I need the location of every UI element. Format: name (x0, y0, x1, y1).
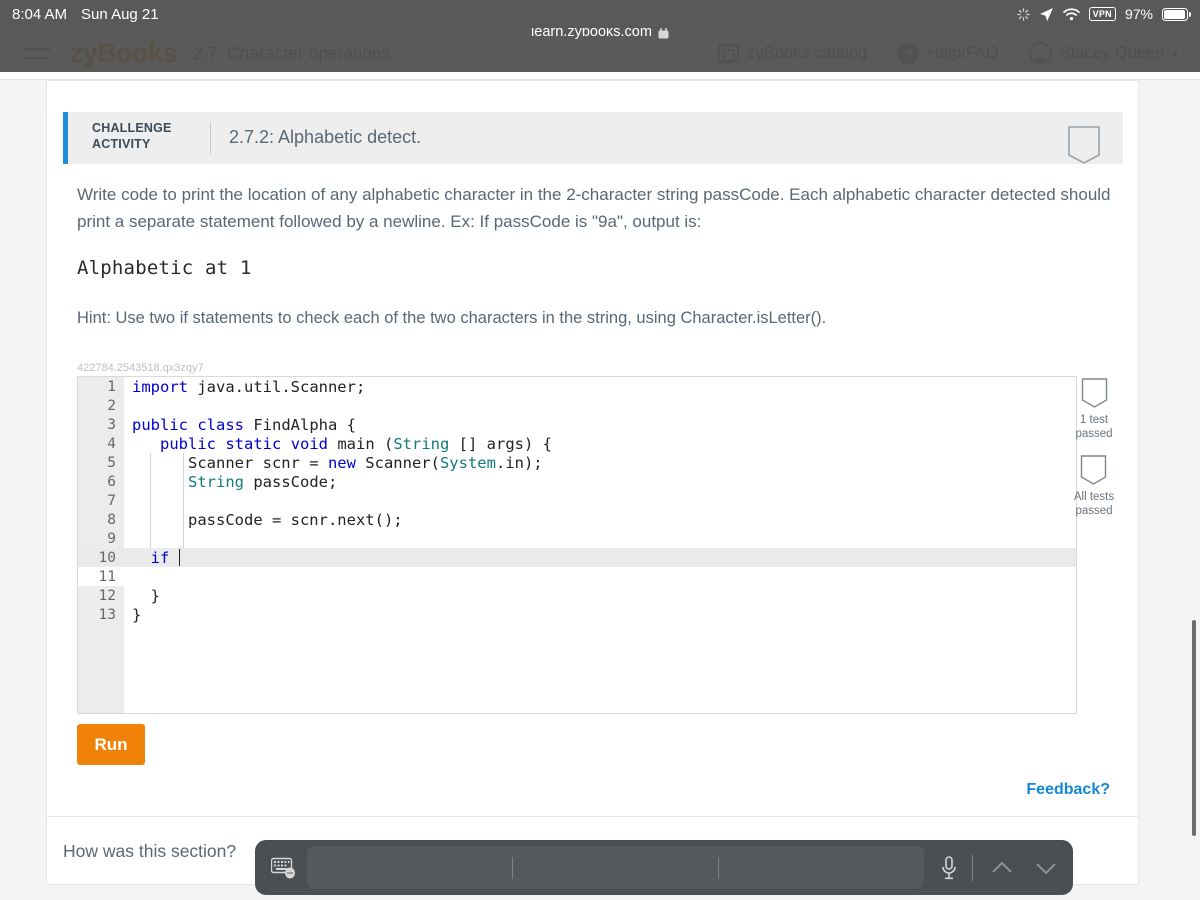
challenge-activity-header: CHALLENGE ACTIVITY 2.7.2: Alphabetic det… (63, 112, 1123, 164)
sync-spinner-icon (1016, 7, 1030, 21)
code-text[interactable]: if (124, 548, 181, 567)
challenge-accent-bar (63, 112, 68, 164)
test-badge-text: All tests passed (1074, 490, 1114, 518)
prediction-slot[interactable] (513, 846, 718, 889)
keyboard-right-controls (930, 854, 1061, 881)
ios-status-bar: 8:04 AM Sun Aug 21 VPN 97% (0, 0, 1200, 28)
vpn-badge: VPN (1088, 7, 1116, 21)
line-number: 2 (107, 397, 116, 414)
code-line[interactable]: 1 import java.util.Scanner; (78, 377, 1076, 396)
status-bar-left: 8:04 AM Sun Aug 21 (0, 6, 159, 23)
line-number: 11 (98, 568, 116, 585)
feedback-link[interactable]: Feedback? (1026, 781, 1110, 799)
page-scrollbar[interactable] (1192, 620, 1196, 836)
code-text[interactable]: String passCode; (124, 473, 337, 491)
code-editor[interactable]: 1 import java.util.Scanner; 2 3 public class… (77, 376, 1077, 714)
microphone-icon[interactable] (940, 855, 958, 881)
code-line[interactable]: 9 (78, 529, 1076, 548)
run-button[interactable]: Run (77, 724, 145, 765)
clock-time: 8:04 AM (12, 5, 68, 23)
challenge-title: 2.7.2: Alphabetic detect. (229, 127, 422, 147)
code-line[interactable]: 12 } (78, 586, 1076, 605)
test-badge-line1: 1 test (1079, 414, 1109, 426)
line-number: 13 (98, 606, 116, 623)
test-badge[interactable]: All tests passed (1074, 455, 1114, 518)
clock-date: Sun Aug 21 (81, 5, 159, 23)
code-text[interactable]: } (124, 587, 160, 605)
code-line[interactable]: 5 Scanner scnr = new Scanner(System.in); (78, 453, 1076, 472)
sample-output: Alphabetic at 1 (77, 257, 252, 279)
wifi-icon (1062, 7, 1080, 20)
bookmark-outline-icon[interactable] (1067, 126, 1101, 164)
code-line[interactable]: 2 (78, 396, 1076, 415)
hint-text: Hint: Use two if statements to check eac… (77, 309, 827, 327)
section-rating-prompt: How was this section? (63, 841, 237, 861)
challenge-label-line1: CHALLENGE (92, 121, 172, 135)
code-line[interactable]: 3 public class FindAlpha { (78, 415, 1076, 434)
line-number: 12 (98, 587, 116, 604)
code-text[interactable]: public class FindAlpha { (124, 416, 356, 434)
description-paragraph: Write code to print the location of any … (77, 185, 1111, 231)
code-text[interactable]: import java.util.Scanner; (124, 378, 365, 396)
activity-id-label: 422784.2543518.qx3zqy7 (77, 362, 204, 374)
line-number: 1 (107, 378, 116, 395)
prediction-slot[interactable] (307, 846, 512, 889)
code-line[interactable]: 10 if (78, 548, 1076, 567)
ios-keyboard-toolbar (255, 840, 1073, 895)
code-lines[interactable]: 1 import java.util.Scanner; 2 3 public class… (78, 377, 1076, 713)
line-number: 5 (107, 454, 116, 471)
code-line[interactable]: 7 (78, 491, 1076, 510)
shield-badge-icon (1081, 378, 1107, 408)
test-badge-line1: All tests (1073, 491, 1115, 503)
code-line[interactable]: 11 (78, 567, 1076, 586)
code-text[interactable]: passCode = scnr.next(); (124, 511, 403, 529)
line-number: 8 (107, 511, 116, 528)
code-line[interactable]: 6 String passCode; (78, 472, 1076, 491)
test-results-panel: 1 test passed All tests passed (1064, 378, 1124, 518)
status-bar-right: VPN 97% (1016, 6, 1200, 22)
test-badge[interactable]: 1 test passed (1075, 378, 1113, 441)
test-badge-text: 1 test passed (1075, 413, 1112, 441)
challenge-activity-label: CHALLENGE ACTIVITY (92, 120, 192, 152)
battery-percent: 97% (1124, 6, 1153, 22)
battery-full-icon (1162, 7, 1191, 21)
code-text[interactable]: } (124, 606, 141, 624)
activity-card: CHALLENGE ACTIVITY 2.7.2: Alphabetic det… (46, 80, 1139, 885)
prediction-bar (307, 846, 924, 889)
code-text[interactable]: public static void main (String [] args)… (124, 435, 552, 453)
line-number: 9 (107, 530, 116, 547)
code-line[interactable]: 4 public static void main (String [] arg… (78, 434, 1076, 453)
chevron-down-icon[interactable] (1031, 856, 1061, 880)
chevron-up-icon[interactable] (987, 856, 1017, 880)
code-line[interactable]: 13} (78, 605, 1076, 624)
keyboard-divider (972, 854, 973, 881)
line-number: 3 (107, 416, 116, 433)
line-number: 6 (107, 473, 116, 490)
code-text[interactable]: Scanner scnr = new Scanner(System.in); (124, 454, 543, 472)
activity-description: Write code to print the location of any … (77, 181, 1112, 328)
test-badge-line2: passed (1075, 505, 1113, 517)
line-number: 10 (98, 549, 116, 566)
test-badge-line2: passed (1075, 428, 1113, 440)
shield-badge-icon (1081, 455, 1107, 485)
line-number: 4 (107, 435, 116, 452)
section-divider (47, 816, 1138, 817)
prediction-slot[interactable] (719, 846, 924, 889)
location-arrow-icon (1039, 7, 1053, 21)
code-line[interactable]: 8 passCode = scnr.next(); (78, 510, 1076, 529)
keyboard-dictation-icon[interactable] (267, 857, 301, 879)
header-divider (210, 122, 211, 154)
challenge-label-line2: ACTIVITY (92, 137, 151, 151)
line-number: 7 (107, 492, 116, 509)
